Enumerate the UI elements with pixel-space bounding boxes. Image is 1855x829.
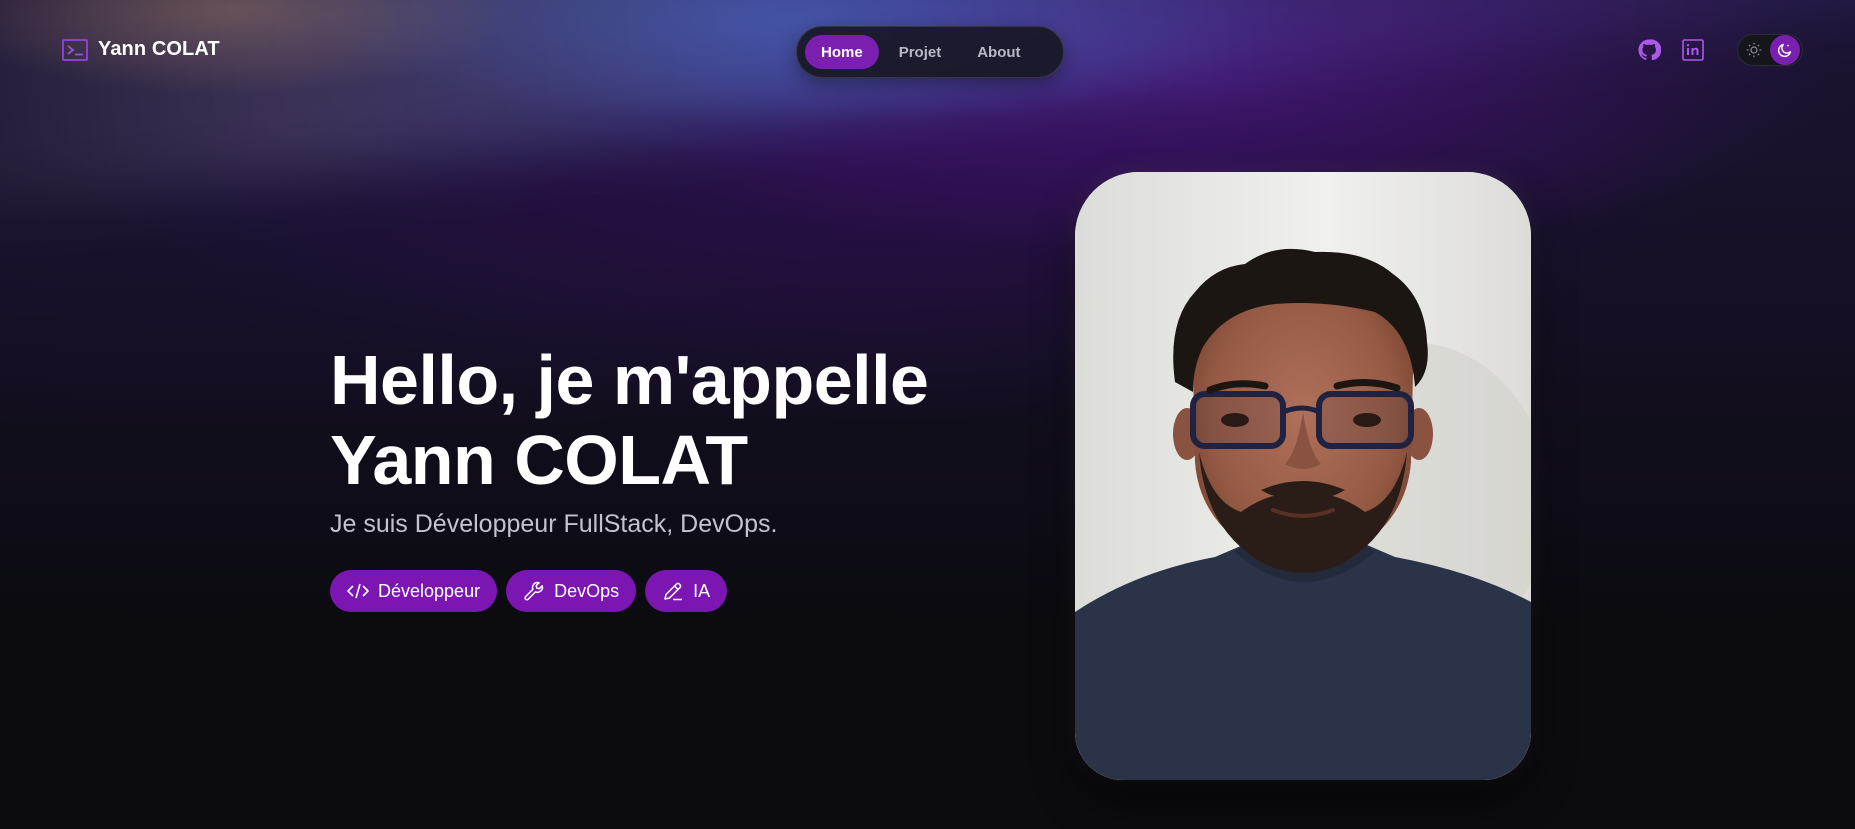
sun-icon[interactable]: [1740, 36, 1768, 64]
code-icon: [347, 580, 369, 602]
header-actions: [1635, 34, 1803, 66]
main-nav: Home Projet About: [796, 26, 1064, 78]
page: Yann COLAT Home Projet About Hello, je m…: [0, 0, 1855, 829]
tag-label: IA: [693, 580, 711, 601]
brand-logo[interactable]: Yann COLAT: [62, 38, 220, 61]
moon-icon[interactable]: [1770, 35, 1800, 65]
tag-label: DevOps: [554, 580, 620, 601]
nav-item-home[interactable]: Home: [805, 35, 879, 69]
hero-subtitle: Je suis Développeur FullStack, DevOps.: [330, 510, 778, 538]
nav-item-projet[interactable]: Projet: [883, 35, 958, 69]
github-icon[interactable]: [1635, 36, 1663, 64]
tag-devops[interactable]: DevOps: [506, 570, 637, 612]
profile-photo: [1075, 172, 1531, 780]
hero-title-line-2: Yann COLAT: [330, 421, 748, 499]
tag-ia[interactable]: IA: [645, 570, 728, 612]
brand-name: Yann COLAT: [98, 38, 220, 60]
wrench-icon: [523, 580, 545, 602]
hero-title: Hello, je m'appelle Yann COLAT: [330, 340, 929, 500]
terminal-icon: [62, 38, 88, 61]
linkedin-icon[interactable]: [1679, 36, 1707, 64]
pencil-icon: [662, 580, 684, 602]
theme-toggle[interactable]: [1737, 34, 1803, 66]
skill-tags: Développeur DevOps IA: [330, 570, 728, 612]
tag-label: Développeur: [378, 580, 481, 601]
nav-item-about[interactable]: About: [961, 35, 1036, 69]
hero-title-line-1: Hello, je m'appelle: [330, 341, 929, 419]
tag-developpeur[interactable]: Développeur: [330, 570, 498, 612]
